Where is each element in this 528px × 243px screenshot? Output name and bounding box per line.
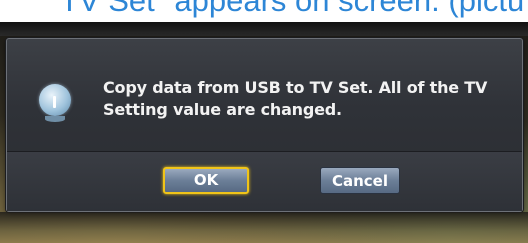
info-icon — [39, 84, 71, 116]
tv-bezel — [0, 22, 528, 36]
dialog-button-row: OK Cancel — [7, 152, 522, 211]
heading-text: TV Set" appears on screen. (pictu — [60, 0, 525, 18]
tv-screen-bottom — [0, 212, 528, 243]
cancel-button[interactable]: Cancel — [320, 167, 400, 194]
page-heading: TV Set" appears on screen. (pictu — [0, 0, 528, 24]
dialog-body: Copy data from USB to TV Set. All of the… — [7, 39, 522, 151]
confirm-dialog: Copy data from USB to TV Set. All of the… — [6, 38, 523, 212]
ok-button[interactable]: OK — [163, 167, 249, 194]
info-icon-base — [45, 116, 65, 122]
message-line-2: Setting value are changed. — [103, 100, 342, 119]
dialog-message: Copy data from USB to TV Set. All of the… — [103, 77, 503, 121]
message-line-1: Copy data from USB to TV Set. All of the… — [103, 78, 488, 97]
